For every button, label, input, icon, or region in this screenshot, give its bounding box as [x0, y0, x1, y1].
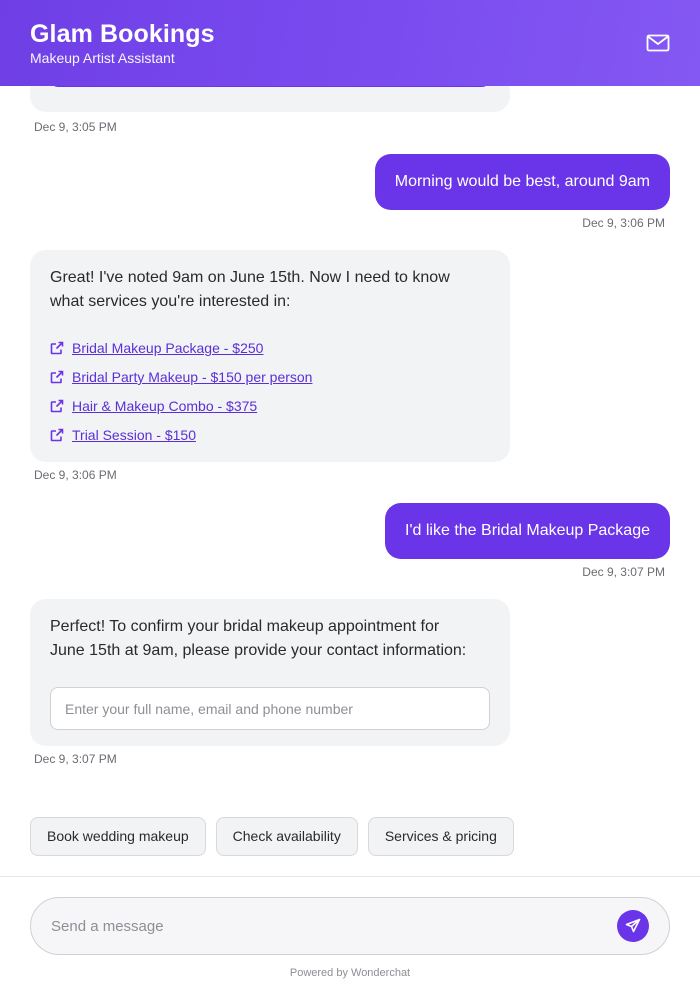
- quick-reply-book-wedding-makeup[interactable]: Book wedding makeup: [30, 817, 206, 856]
- message-input[interactable]: [51, 898, 611, 954]
- external-link-icon: [50, 428, 64, 442]
- external-link-icon: [50, 341, 64, 355]
- service-link-label[interactable]: Bridal Party Makeup - $150 per person: [72, 365, 312, 389]
- composer-divider: [0, 876, 700, 877]
- app-title: Glam Bookings: [30, 20, 215, 48]
- service-link[interactable]: Trial Session - $150: [50, 425, 196, 445]
- contact-info-input[interactable]: [50, 687, 490, 730]
- action-button[interactable]: [50, 86, 490, 87]
- chat-messages[interactable]: Dec 9, 3:05 PM Morning would be best, ar…: [0, 86, 700, 876]
- external-link-icon: [50, 370, 64, 384]
- bot-message: Great! I've noted 9am on June 15th. Now …: [30, 250, 510, 462]
- bot-message-text: Great! I've noted 9am on June 15th. Now …: [50, 269, 450, 286]
- service-link-label[interactable]: Trial Session - $150: [72, 423, 196, 447]
- bot-message-text: June 15th at 9am, please provide your co…: [50, 642, 467, 659]
- message-timestamp: Dec 9, 3:06 PM: [582, 216, 665, 230]
- bot-message: Perfect! To confirm your bridal makeup a…: [30, 599, 510, 746]
- send-icon: [625, 918, 641, 933]
- user-message: I'd like the Bridal Makeup Package: [385, 503, 670, 559]
- service-link[interactable]: Bridal Makeup Package - $250: [50, 338, 263, 358]
- service-link-label[interactable]: Hair & Makeup Combo - $375: [72, 394, 257, 418]
- quick-reply-services-pricing[interactable]: Services & pricing: [367, 817, 514, 856]
- external-link-icon: [50, 399, 64, 413]
- bot-message: [30, 86, 510, 112]
- mail-icon[interactable]: [645, 30, 671, 56]
- quick-reply-check-availability[interactable]: Check availability: [215, 817, 358, 856]
- message-timestamp: Dec 9, 3:05 PM: [34, 120, 117, 134]
- powered-by: Powered by Wonderchat: [289, 967, 411, 979]
- service-link[interactable]: Hair & Makeup Combo - $375: [50, 396, 257, 416]
- send-button[interactable]: [617, 910, 649, 942]
- bot-message-text: what services you're interested in:: [50, 293, 291, 310]
- app-subtitle: Makeup Artist Assistant: [30, 50, 175, 66]
- chat-header: Glam Bookings Makeup Artist Assistant: [0, 0, 700, 86]
- quick-replies: Book wedding makeup Check availability S…: [30, 817, 514, 856]
- service-link-label[interactable]: Bridal Makeup Package - $250: [72, 336, 263, 360]
- message-timestamp: Dec 9, 3:06 PM: [34, 468, 117, 482]
- message-timestamp: Dec 9, 3:07 PM: [582, 565, 665, 579]
- message-timestamp: Dec 9, 3:07 PM: [34, 752, 117, 766]
- bot-message-text: Perfect! To confirm your bridal makeup a…: [50, 618, 440, 635]
- user-message: Morning would be best, around 9am: [374, 154, 670, 210]
- message-composer: [30, 897, 670, 955]
- service-link[interactable]: Bridal Party Makeup - $150 per person: [50, 367, 312, 387]
